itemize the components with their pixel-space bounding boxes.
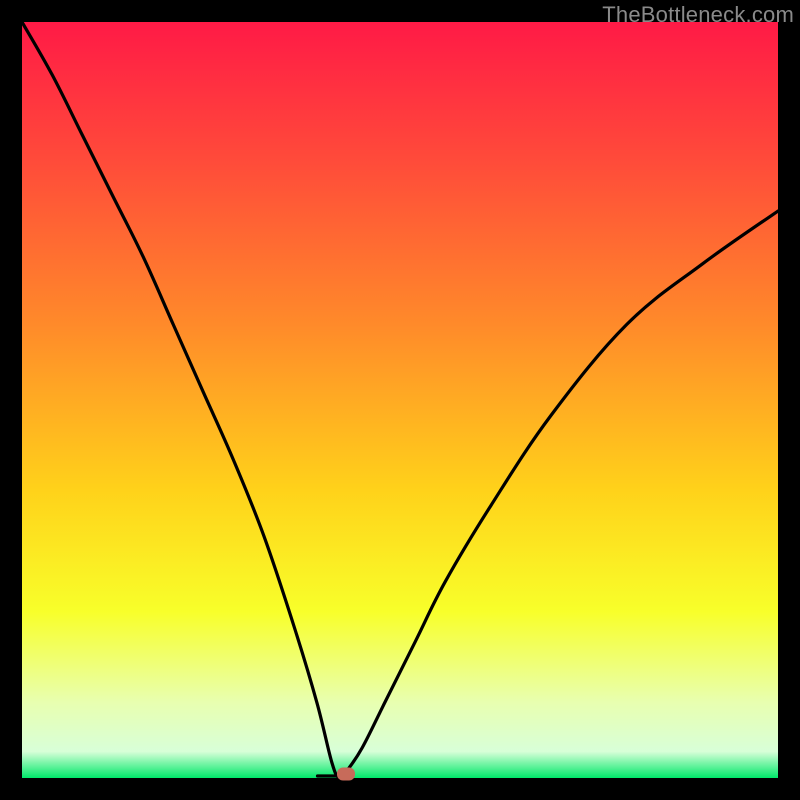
optimum-marker	[337, 768, 355, 781]
bottleneck-curve	[22, 22, 778, 778]
plot-area	[22, 22, 778, 778]
